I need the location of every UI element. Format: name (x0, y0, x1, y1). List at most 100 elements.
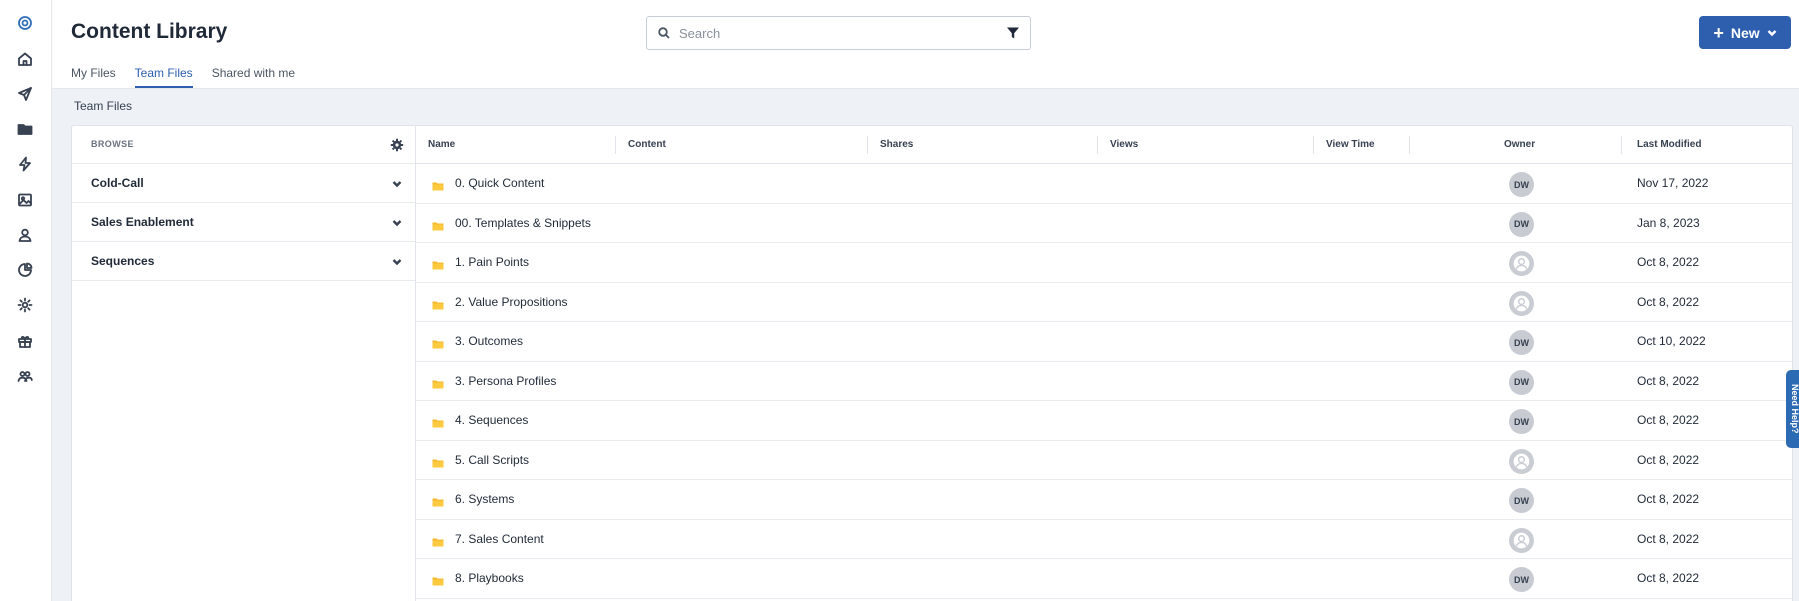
table-row[interactable]: 2. Value Propositions Oct 8, 2022 (416, 283, 1792, 322)
need-help-tab[interactable]: Need Help? (1786, 370, 1799, 448)
owner-avatar: DW (1509, 567, 1534, 592)
settings-gear-icon[interactable] (390, 138, 404, 152)
browse-item-sales-enablement[interactable]: Sales Enablement (72, 203, 415, 242)
folder-icon[interactable] (14, 118, 36, 140)
folder-icon (432, 297, 444, 309)
table-row[interactable]: 0. Quick Content DW Nov 17, 2022 (416, 164, 1792, 204)
col-content[interactable]: Content (628, 139, 666, 150)
column-divider[interactable] (615, 136, 616, 154)
folder-icon (432, 178, 444, 191)
row-name[interactable]: 6. Systems (455, 492, 514, 506)
tab-shared-with-me[interactable]: Shared with me (212, 66, 295, 88)
row-last-modified: Oct 8, 2022 (1637, 373, 1700, 388)
column-divider[interactable] (1097, 136, 1098, 154)
file-tabs: My Files Team Files Shared with me (71, 66, 314, 88)
main-content: Team Files BROWSE Cold-Call Sales Enable… (52, 89, 1799, 601)
table-header: Name Content Shares Views View Time Owne… (416, 126, 1792, 164)
owner-avatar: DW (1509, 172, 1534, 197)
table-row[interactable]: 4. Sequences DW Oct 8, 2022 (416, 401, 1792, 441)
browse-item-label: Sales Enablement (91, 215, 194, 229)
gift-icon[interactable] (14, 330, 36, 352)
new-button-label: New (1730, 24, 1760, 41)
folder-icon (432, 415, 444, 428)
gear-icon[interactable] (14, 294, 36, 316)
column-divider[interactable] (1313, 136, 1314, 154)
col-last-modified[interactable]: Last Modified (1637, 139, 1701, 150)
row-name[interactable]: 3. Persona Profiles (455, 374, 556, 388)
browse-label: BROWSE (91, 139, 134, 149)
home-icon[interactable] (14, 48, 36, 70)
row-name[interactable]: 7. Sales Content (455, 532, 544, 546)
column-divider[interactable] (1621, 136, 1622, 154)
table-row[interactable]: 8. Playbooks DW Oct 8, 2022 (416, 559, 1792, 599)
search-box[interactable] (646, 16, 1031, 50)
table-body: 0. Quick Content DW Nov 17, 2022 00. Templa… (416, 164, 1792, 599)
col-views[interactable]: Views (1110, 139, 1138, 150)
team-icon[interactable] (14, 365, 36, 387)
logo-icon[interactable] (14, 12, 36, 34)
col-name[interactable]: Name (428, 139, 455, 150)
new-button[interactable]: + New (1699, 16, 1791, 49)
browse-header: BROWSE (72, 126, 415, 164)
row-name[interactable]: 1. Pain Points (455, 255, 529, 269)
row-last-modified: Oct 8, 2022 (1637, 413, 1700, 427)
tab-my-files[interactable]: My Files (71, 66, 116, 88)
table-row[interactable]: 7. Sales Content Oct 8, 2022 (416, 520, 1792, 559)
row-name[interactable]: 00. Templates & Snippets (455, 216, 591, 230)
row-name[interactable]: 4. Sequences (455, 413, 528, 427)
default-avatar-icon (1509, 527, 1534, 553)
col-view-time[interactable]: View Time (1326, 139, 1375, 150)
default-avatar-icon (1509, 448, 1534, 474)
chevron-down-icon (392, 259, 402, 266)
image-icon[interactable] (14, 189, 36, 211)
row-name[interactable]: 0. Quick Content (455, 176, 544, 190)
search-icon (658, 27, 670, 39)
col-shares[interactable]: Shares (880, 139, 913, 150)
person-icon[interactable] (14, 224, 36, 246)
row-last-modified: Oct 8, 2022 (1637, 571, 1700, 585)
section-title: Team Files (74, 99, 133, 113)
browse-item-cold-call[interactable]: Cold-Call (72, 164, 415, 203)
browse-item-sequences[interactable]: Sequences (72, 242, 415, 281)
table-row[interactable]: 1. Pain Points Oct 8, 2022 (416, 243, 1792, 283)
table-row[interactable]: 00. Templates & Snippets DW Jan 8, 2023 (416, 204, 1792, 243)
row-last-modified: Oct 8, 2022 (1637, 492, 1700, 506)
row-name[interactable]: 3. Outcomes (455, 334, 523, 348)
table-row[interactable]: 5. Call Scripts Oct 8, 2022 (416, 441, 1792, 480)
send-icon[interactable] (14, 83, 36, 105)
row-last-modified: Oct 10, 2022 (1637, 334, 1706, 348)
page-title: Content Library (71, 20, 228, 43)
owner-avatar: DW (1509, 409, 1534, 434)
col-owner[interactable]: Owner (1504, 139, 1535, 150)
owner-avatar: DW (1509, 369, 1534, 395)
folder-icon (432, 336, 444, 349)
files-table: Name Content Shares Views View Time Owne… (416, 126, 1792, 599)
lightning-icon[interactable] (14, 153, 36, 175)
search-input[interactable] (679, 23, 979, 43)
table-row[interactable]: 3. Outcomes DW Oct 10, 2022 (416, 322, 1792, 362)
folder-icon (432, 257, 444, 270)
analytics-icon[interactable] (14, 259, 36, 281)
column-divider[interactable] (1409, 136, 1410, 154)
files-panel: BROWSE Cold-Call Sales Enablement Sequen… (71, 125, 1793, 601)
filter-icon[interactable] (1006, 26, 1020, 40)
browse-sidebar: BROWSE Cold-Call Sales Enablement Sequen… (72, 126, 416, 601)
column-divider[interactable] (867, 136, 868, 154)
row-name[interactable]: 8. Playbooks (455, 571, 524, 585)
folder-icon (432, 573, 444, 586)
table-row[interactable]: 6. Systems DW Oct 8, 2022 (416, 480, 1792, 520)
tab-team-files[interactable]: Team Files (134, 66, 193, 88)
table-row[interactable]: 3. Persona Profiles DW Oct 8, 2022 (416, 362, 1792, 401)
browse-item-label: Sequences (91, 254, 155, 268)
default-avatar-icon (1509, 290, 1534, 316)
row-last-modified: Jan 8, 2023 (1637, 215, 1700, 230)
chevron-down-icon (392, 181, 402, 188)
chevron-down-icon (1767, 29, 1777, 36)
row-last-modified: Oct 8, 2022 (1637, 294, 1700, 309)
chevron-down-icon (392, 220, 402, 227)
row-name[interactable]: 5. Call Scripts (455, 453, 529, 467)
folder-icon (432, 534, 444, 546)
folder-icon (432, 455, 444, 467)
row-last-modified: Oct 8, 2022 (1637, 255, 1700, 269)
row-name[interactable]: 2. Value Propositions (455, 295, 568, 309)
